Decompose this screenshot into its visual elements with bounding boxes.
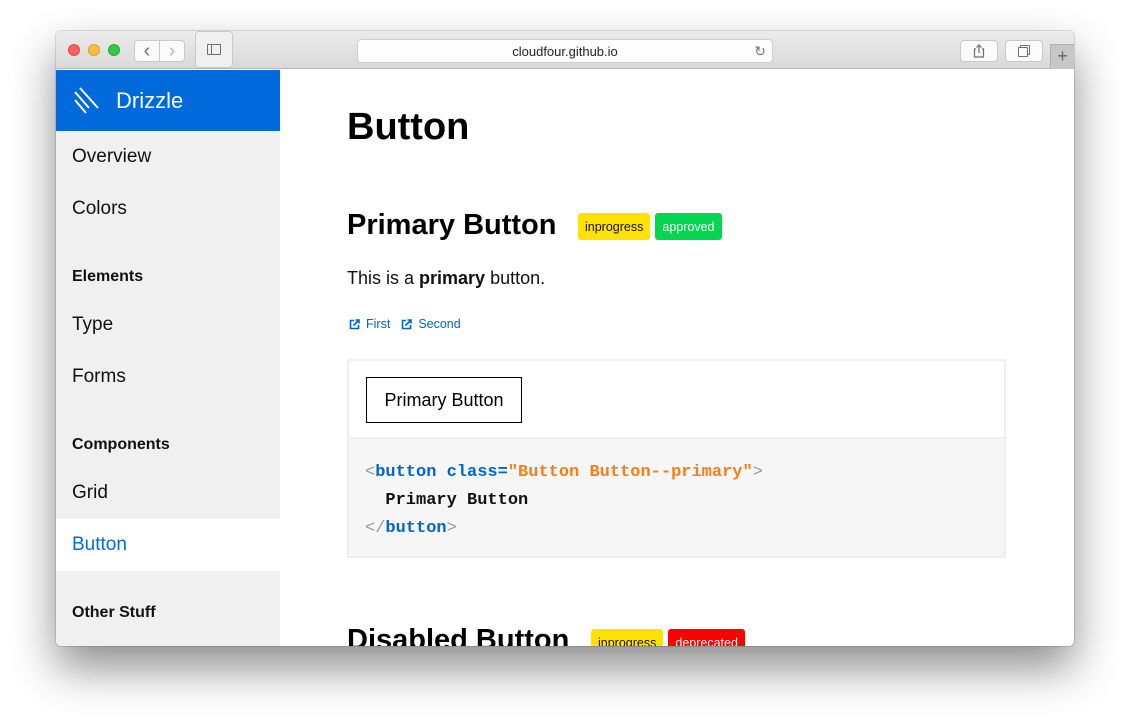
page-viewport: Drizzle Overview Colors Elements Type Fo… [56,70,1074,646]
external-link-icon [402,318,413,329]
show-tabs-button[interactable] [1005,40,1043,62]
link-second[interactable]: Second [401,317,461,331]
url-text: cloudfour.github.io [512,43,618,59]
sidebar-item-label: Colors [72,198,127,219]
sidebar-item-label: Type [72,314,114,335]
section-title-disabled-button: Disabled Button [347,624,570,646]
code-tag: button [375,463,437,482]
brand-header[interactable]: Drizzle [56,70,280,131]
description-emphasis: primary [419,268,486,288]
code-punct: < [365,463,376,482]
component-demo: Primary Button <button class="Button But… [347,359,1006,558]
sidebar-heading-other-stuff: Other Stuff [56,571,280,635]
sidebar-heading-components: Components [56,403,280,467]
sidebar-heading-label: Other Stuff [72,604,156,621]
status-badge-inprogress: inprogress [591,629,664,646]
sidebar-item-overview[interactable]: Overview [56,131,280,183]
back-button[interactable]: ‹ [134,40,160,62]
code-tag: button [385,519,447,538]
sidebar-item-type[interactable]: Type [56,299,280,351]
forward-button[interactable]: › [159,40,185,62]
demo-preview: Primary Button [349,361,1004,439]
status-badge-approved: approved [655,213,722,240]
new-tab-button[interactable]: + [1050,44,1074,69]
forward-icon: › [168,40,176,62]
code-text: Primary Button [365,491,529,510]
code-attr: class= [436,463,508,482]
section-title-primary-button: Primary Button [347,209,557,241]
new-tab-icon: + [1057,46,1068,66]
code-string: "Button Button--primary" [507,463,753,482]
sidebar-item-grid[interactable]: Grid [56,467,280,519]
sidebar-item-forms[interactable]: Forms [56,351,280,403]
sidebar-nav: Drizzle Overview Colors Elements Type Fo… [56,70,280,646]
description-text: This is a [347,268,420,288]
code-punct: > [752,463,763,482]
status-badges: inprogress approved [578,213,722,240]
sidebar-heading-elements: Elements [56,235,280,299]
status-badge-deprecated: deprecated [668,629,745,646]
brand-name: Drizzle [116,87,184,113]
sidebar-toggle-button[interactable] [195,31,233,68]
sidebar-heading-label: Elements [72,268,144,285]
primary-button[interactable]: Primary Button [366,377,522,423]
back-icon: ‹ [143,40,151,62]
browser-window: ‹ › cloudfour.github.io ↻ + Drizzle Over… [56,31,1074,646]
sidebar-heading-label: Components [72,436,170,453]
code-punct: > [446,519,457,538]
status-badges: inprogress deprecated [591,629,745,646]
sidebar-item-button[interactable]: Button [56,519,280,571]
sidebar-item-label: Forms [72,366,126,387]
description-text: button. [485,268,546,288]
share-button[interactable] [960,40,998,62]
sidebar-icon [207,44,221,55]
status-badge-inprogress: inprogress [578,213,651,240]
close-window-button[interactable] [68,44,80,56]
sidebar-item-colors[interactable]: Colors [56,183,280,235]
link-first[interactable]: First [349,317,390,331]
code-punct: </ [365,519,386,538]
external-link-icon [349,318,360,329]
page-title: Button [347,106,470,148]
section-description: This is a primary button. [347,268,545,289]
sidebar-item-label: Grid [72,482,108,503]
sidebar-item-label: Overview [72,146,152,167]
sidebar-item-label: Button [72,534,127,555]
share-icon [973,44,985,58]
code-sample: <button class="Button Button--primary"> … [349,439,1004,556]
reference-links: First Second [349,317,461,331]
minimize-window-button[interactable] [88,44,100,56]
drizzle-logo-icon [74,86,99,114]
reload-icon[interactable]: ↻ [754,43,766,60]
browser-toolbar: ‹ › cloudfour.github.io ↻ + [56,31,1074,69]
address-bar[interactable]: cloudfour.github.io ↻ [357,39,773,63]
link-label: First [366,317,391,331]
link-label: Second [418,317,461,331]
zoom-window-button[interactable] [108,44,120,56]
tabs-icon [1018,45,1030,57]
